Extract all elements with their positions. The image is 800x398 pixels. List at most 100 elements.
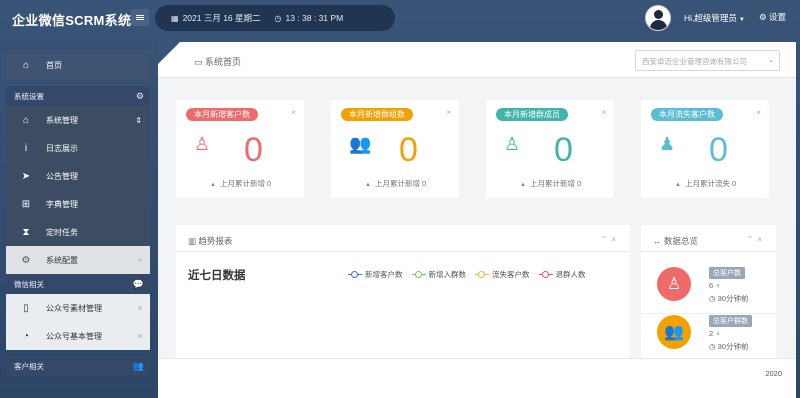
summary-badge: 总客户数 bbox=[709, 267, 745, 279]
cogs-icon: ⚙ bbox=[21, 254, 31, 266]
sidebar-item-system-config[interactable]: ⚙ 系统配置 bbox=[6, 246, 150, 274]
card-tag: 本月新增群组数 bbox=[341, 108, 413, 121]
corner-decoration bbox=[158, 42, 180, 64]
footer-year: 2020 bbox=[765, 369, 782, 378]
send-icon: ➤ bbox=[21, 170, 31, 182]
summary-row: ♙ 总客户数 6 ♀ ◷ 30分钟前 bbox=[657, 267, 777, 311]
lightbulb-icon: ♀ bbox=[715, 329, 721, 338]
sidebar-subitem-notice[interactable]: ➤ 公告管理 bbox=[6, 162, 150, 190]
card-value: 0 bbox=[709, 131, 728, 169]
user-icon: ♙ bbox=[657, 267, 691, 301]
legend-item[interactable]: 新增客户数 bbox=[348, 269, 403, 280]
bar-chart-icon: ▥ bbox=[188, 236, 197, 246]
users-icon: 👥 bbox=[349, 134, 372, 154]
card-footer-text: 上月累计新增 0 bbox=[374, 179, 427, 188]
legend-label: 新增客户数 bbox=[365, 270, 403, 279]
legend-marker bbox=[348, 270, 362, 279]
sidebar-subitem-scheduled-task[interactable]: ⧗ 定时任务 bbox=[6, 218, 150, 246]
settings-button[interactable]: ⚙ 设置 bbox=[759, 11, 786, 23]
card-tag: 本月新增客户数 bbox=[186, 108, 258, 121]
breadcrumb: ▭ 系统首页 bbox=[194, 55, 241, 68]
chevron-up-icon[interactable]: ⌃ bbox=[601, 235, 612, 244]
trend-heading: 近七日数据 bbox=[188, 270, 246, 282]
summary-time: ◷ 30分钟前 bbox=[709, 341, 748, 352]
sidebar-item-mp-basic[interactable]: ◔ 公众号基本管理 bbox=[6, 322, 150, 350]
legend-label: 流失客户数 bbox=[492, 270, 530, 279]
company-select[interactable]: 西安卓迈企业管理咨询有限公司 ⌄ bbox=[635, 50, 780, 71]
panel-title-text: 趋势报表 bbox=[198, 236, 233, 246]
clock-icon: ◷ bbox=[709, 294, 716, 303]
summary-panel: ↔ 数据总览 ⌃× ♙ 总客户数 6 ♀ ◷ 30分钟前 👥 总客户群数 2 ♀… bbox=[641, 225, 776, 358]
hourglass-icon: ⧗ bbox=[22, 226, 30, 238]
legend-item[interactable]: 流失客户数 bbox=[475, 269, 530, 280]
sidebar-group-label: 系统设置 bbox=[14, 91, 44, 101]
app-title: 企业微信SCRM系统 bbox=[12, 13, 132, 28]
window-icon: ▭ bbox=[194, 57, 203, 67]
sidebar-group-label: 微信相关 bbox=[14, 279, 44, 289]
sidebar-subitem-dictionary[interactable]: ⊞ 字典管理 bbox=[6, 190, 150, 218]
breadcrumb-bar: ▭ 系统首页 西安卓迈企业管理咨询有限公司 ⌄ bbox=[158, 42, 796, 78]
sidebar-item-label: 系统管理 bbox=[46, 115, 78, 125]
card-tag: 本月流失客户数 bbox=[651, 108, 723, 121]
legend-label: 退群人数 bbox=[555, 270, 586, 279]
triangle-up-icon: ▲ bbox=[210, 182, 216, 188]
stat-card-new-customers: 本月新增客户数 × ♙ 0 ▲ 上月累计新增 0 bbox=[176, 100, 304, 198]
user-avatar[interactable] bbox=[645, 5, 671, 31]
sidebar-subitem-log[interactable]: i 日志展示 bbox=[6, 134, 150, 162]
datetime-bar: ▦ 2021 三月 16 星期二 ◷ 13 : 38 : 31 PM bbox=[155, 5, 395, 31]
chevron-up-icon[interactable]: ⌃ bbox=[747, 235, 758, 244]
gear-icon: ⚙ bbox=[759, 12, 767, 22]
summary-row: 👥 总客户群数 2 ♀ ◷ 30分钟前 bbox=[657, 315, 777, 359]
user-menu[interactable]: Hi,超级管理员 ▼ bbox=[684, 12, 745, 24]
close-icon[interactable]: × bbox=[446, 108, 451, 117]
summary-value: 6 ♀ bbox=[709, 281, 721, 290]
close-icon[interactable]: × bbox=[601, 108, 606, 117]
user-outline-icon: ♙ bbox=[504, 134, 521, 154]
menu-toggle-button[interactable] bbox=[131, 9, 149, 26]
panel-title: ↔ 数据总览 bbox=[653, 235, 698, 247]
clock-icon: ◷ bbox=[274, 13, 282, 23]
card-footer-text: 上月累计新增 0 bbox=[219, 179, 272, 188]
summary-time-text: 30分钟前 bbox=[717, 342, 749, 351]
triangle-up-icon: ▲ bbox=[675, 182, 681, 188]
card-value: 0 bbox=[554, 131, 573, 169]
close-icon[interactable]: × bbox=[757, 235, 766, 244]
stat-card-lost-customers: 本月流失客户数 × ♟ 0 ▲ 上月累计流失 0 bbox=[641, 100, 769, 198]
current-date: 2021 三月 16 星期二 bbox=[182, 13, 261, 23]
file-icon: ▯ bbox=[23, 302, 29, 314]
sidebar-item-mp-material[interactable]: ▯ 公众号素材管理 bbox=[6, 294, 150, 322]
arrows-h-icon: ↔ bbox=[653, 236, 662, 246]
top-header: 企业微信SCRM系统 ▦ 2021 三月 16 星期二 ◷ 13 : 38 : … bbox=[0, 0, 800, 38]
close-icon[interactable]: × bbox=[756, 108, 761, 117]
user-icon: ♙ bbox=[194, 134, 211, 154]
company-select-value: 西安卓迈企业管理咨询有限公司 bbox=[642, 57, 747, 66]
clock-icon: ◷ bbox=[709, 342, 716, 351]
card-value: 0 bbox=[244, 131, 263, 169]
user-solid-icon: ♟ bbox=[659, 134, 676, 154]
panel-controls[interactable]: ⌃× bbox=[601, 235, 620, 244]
sidebar-item-label: 系统配置 bbox=[46, 255, 78, 265]
hamburger-icon bbox=[136, 17, 144, 18]
card-footer-text: 上月累计新增 0 bbox=[529, 179, 582, 188]
sidebar-item-label: 公告管理 bbox=[46, 171, 78, 181]
home-icon: ⌂ bbox=[22, 114, 30, 126]
legend-item[interactable]: 退群人数 bbox=[538, 269, 586, 280]
users-icon: 👥 bbox=[657, 315, 691, 349]
sidebar-group-label: 客户相关 bbox=[14, 361, 44, 371]
caret-down-icon: ▼ bbox=[738, 17, 745, 23]
user-greeting: Hi,超级管理员 bbox=[684, 13, 737, 23]
close-icon[interactable]: × bbox=[611, 235, 620, 244]
panel-controls[interactable]: ⌃× bbox=[747, 235, 766, 244]
sidebar-item-label: 定时任务 bbox=[46, 227, 78, 237]
legend-marker bbox=[538, 270, 553, 279]
triangle-up-icon: ▲ bbox=[365, 182, 371, 188]
card-footer: ▲ 上月累计流失 0 bbox=[675, 178, 736, 189]
chart-legend: 新增客户数 新增入群数 流失客户数 退群人数 bbox=[348, 269, 595, 280]
legend-item[interactable]: 新增入群数 bbox=[411, 269, 466, 280]
sidebar-item-home[interactable]: ⌂ 首页 bbox=[6, 50, 150, 80]
summary-value-text: 6 bbox=[709, 281, 714, 290]
panel-title-text: 数据总览 bbox=[663, 236, 698, 246]
sidebar-item-system-manage[interactable]: ⌂ 系统管理 ⇕ bbox=[6, 106, 150, 134]
close-icon[interactable]: × bbox=[291, 108, 296, 117]
info-icon: i bbox=[24, 142, 28, 154]
